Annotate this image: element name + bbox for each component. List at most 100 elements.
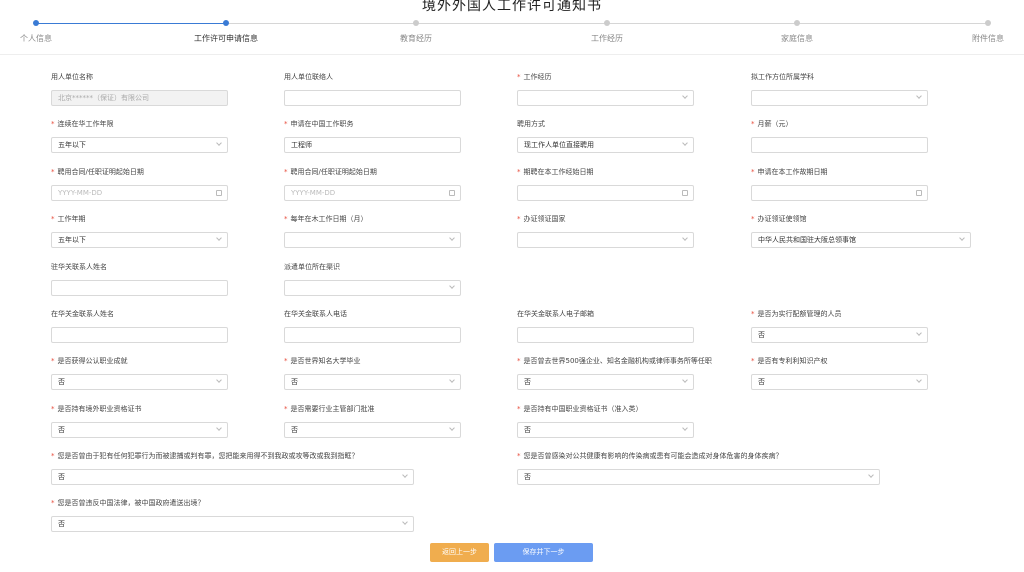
form-page: 境外外国人工作许可通知书 个人信息 工作许可申请信息 教育经历 工作经历 家庭信… bbox=[0, 0, 1024, 572]
employer-name-field: 用人单位名称 北京******（保证）有限公司 bbox=[51, 72, 228, 106]
chevron-down-icon bbox=[216, 377, 222, 383]
chevron-down-icon bbox=[682, 377, 688, 383]
step-work-experience[interactable]: 工作经历 bbox=[547, 16, 667, 44]
step-dot bbox=[223, 20, 229, 26]
step-dot bbox=[794, 20, 800, 26]
required-mark: * bbox=[284, 405, 288, 413]
required-mark: * bbox=[517, 357, 521, 365]
annual-days-select[interactable] bbox=[284, 232, 461, 248]
expected-end-date-input[interactable] bbox=[751, 185, 928, 201]
quota-management-select[interactable]: 否 bbox=[751, 327, 928, 343]
quota-management-field: * 是否为实行配额管理的人员 否 bbox=[751, 309, 928, 343]
chevron-down-icon bbox=[216, 235, 222, 241]
cn-contact-email-input[interactable] bbox=[517, 327, 694, 343]
work-location-category-field: 拟工作方位所属学科 bbox=[751, 72, 928, 106]
save-next-button[interactable]: 保存并下一步 bbox=[494, 543, 593, 562]
contract-end-date-input[interactable]: YYYY-MM-DD bbox=[284, 185, 461, 201]
foreign-certificate-field: * 是否持有境外职业资格证书 否 bbox=[51, 404, 228, 438]
deported-select[interactable]: 否 bbox=[51, 516, 414, 532]
chevron-down-icon bbox=[402, 519, 408, 525]
transfer-mode-select[interactable]: 现工作人单位直接聘用 bbox=[517, 137, 694, 153]
work-experience-field: * 工作经历 bbox=[517, 72, 694, 106]
continuous-years-field: * 连续在华工作年限 五年以下 bbox=[51, 119, 228, 153]
employer-name-input: 北京******（保证）有限公司 bbox=[51, 90, 228, 106]
position-input[interactable]: 工程师 bbox=[284, 137, 461, 153]
dispatch-district-field: 派遣单位所在渠识 bbox=[284, 262, 461, 296]
expected-start-field: * 期聘在本工作经始日期 bbox=[517, 167, 694, 201]
chevron-down-icon bbox=[682, 235, 688, 241]
contact-name-input[interactable] bbox=[51, 280, 228, 296]
visa-consulate-select[interactable]: 中华人民共和国驻大阪总领事馆 bbox=[751, 232, 971, 248]
industry-approval-select[interactable]: 否 bbox=[284, 422, 461, 438]
contract-start-date-input[interactable]: YYYY-MM-DD bbox=[51, 185, 228, 201]
work-years-select[interactable]: 五年以下 bbox=[51, 232, 228, 248]
chevron-down-icon bbox=[682, 425, 688, 431]
chevron-down-icon bbox=[449, 283, 455, 289]
position-field: * 申请在中国工作职务 工程师 bbox=[284, 119, 461, 153]
work-years-field: * 工作年期 五年以下 bbox=[51, 214, 228, 248]
disease-field: * 您是否曾感染对公共健康有影响的传染病或患有可能会造成对身体危害的身体疾病？ 否 bbox=[517, 451, 880, 485]
required-mark: * bbox=[517, 168, 521, 176]
step-dot bbox=[604, 20, 610, 26]
deported-field: * 您是否曾违反中国法律，被中国政府遣送出境？ 否 bbox=[51, 498, 414, 532]
required-mark: * bbox=[51, 120, 55, 128]
required-mark: * bbox=[284, 120, 288, 128]
work-experience-select[interactable] bbox=[517, 90, 694, 106]
monthly-salary-field: * 月薪（元） bbox=[751, 119, 928, 153]
chevron-down-icon bbox=[916, 377, 922, 383]
chevron-down-icon bbox=[449, 235, 455, 241]
step-work-permit-info[interactable]: 工作许可申请信息 bbox=[166, 16, 286, 44]
required-mark: * bbox=[51, 215, 55, 223]
required-mark: * bbox=[751, 168, 755, 176]
contact-name-field: 驻华关联系人姓名 bbox=[51, 262, 228, 296]
required-mark: * bbox=[751, 357, 755, 365]
header-divider bbox=[0, 54, 1024, 55]
criminal-record-field: * 您是否曾由于犯有任何犯罪行为而被逮捕或判有罪，您把能来用得不到我政或攻等改或我… bbox=[51, 451, 414, 485]
cn-certificate-select[interactable]: 否 bbox=[517, 422, 694, 438]
work-location-category-select[interactable] bbox=[751, 90, 928, 106]
step-family-info[interactable]: 家庭信息 bbox=[737, 16, 857, 44]
cn-contact-phone-field: 在华关金联系人电话 bbox=[284, 309, 461, 343]
dispatch-district-select[interactable] bbox=[284, 280, 461, 296]
required-mark: * bbox=[751, 215, 755, 223]
industry-approval-field: * 是否需要行业主管部门批准 否 bbox=[284, 404, 461, 438]
visa-country-select[interactable] bbox=[517, 232, 694, 248]
monthly-salary-input[interactable] bbox=[751, 137, 928, 153]
chevron-down-icon bbox=[916, 330, 922, 336]
famous-university-select[interactable]: 否 bbox=[284, 374, 461, 390]
continuous-years-select[interactable]: 五年以下 bbox=[51, 137, 228, 153]
famous-university-field: * 是否世界知名大学毕业 否 bbox=[284, 356, 461, 390]
chevron-down-icon bbox=[402, 472, 408, 478]
cn-contact-name-field: 在华关金联系人姓名 bbox=[51, 309, 228, 343]
public-achievement-select[interactable]: 否 bbox=[51, 374, 228, 390]
contract-start-field: * 聘用合同/任职证明起始日期 YYYY-MM-DD bbox=[51, 167, 228, 201]
required-mark: * bbox=[51, 499, 55, 507]
employer-contact-input[interactable] bbox=[284, 90, 461, 106]
patents-select[interactable]: 否 bbox=[751, 374, 928, 390]
step-dot bbox=[413, 20, 419, 26]
back-button[interactable]: 返回上一步 bbox=[430, 543, 489, 562]
step-attachments[interactable]: 附件信息 bbox=[928, 16, 1024, 44]
contract-end-field: * 聘用合同/任职证明起始日期 YYYY-MM-DD bbox=[284, 167, 461, 201]
cn-contact-phone-input[interactable] bbox=[284, 327, 461, 343]
criminal-record-select[interactable]: 否 bbox=[51, 469, 414, 485]
cn-contact-email-field: 在华关金联系人电子邮箱 bbox=[517, 309, 694, 343]
chevron-down-icon bbox=[449, 425, 455, 431]
required-mark: * bbox=[51, 168, 55, 176]
fortune500-select[interactable]: 否 bbox=[517, 374, 694, 390]
visa-consulate-field: * 办证领证使领馆 中华人民共和国驻大阪总领事馆 bbox=[751, 214, 971, 248]
foreign-certificate-select[interactable]: 否 bbox=[51, 422, 228, 438]
expected-start-date-input[interactable] bbox=[517, 185, 694, 201]
public-achievement-field: * 是否获得公认职业成就 否 bbox=[51, 356, 228, 390]
step-personal-info[interactable]: 个人信息 bbox=[0, 16, 96, 44]
required-mark: * bbox=[284, 357, 288, 365]
chevron-down-icon bbox=[682, 140, 688, 146]
patents-field: * 是否有专利利知识产权 否 bbox=[751, 356, 928, 390]
step-education[interactable]: 教育经历 bbox=[356, 16, 476, 44]
required-mark: * bbox=[517, 73, 521, 81]
chevron-down-icon bbox=[868, 472, 874, 478]
cn-contact-name-input[interactable] bbox=[51, 327, 228, 343]
required-mark: * bbox=[751, 120, 755, 128]
chevron-down-icon bbox=[216, 140, 222, 146]
disease-select[interactable]: 否 bbox=[517, 469, 880, 485]
